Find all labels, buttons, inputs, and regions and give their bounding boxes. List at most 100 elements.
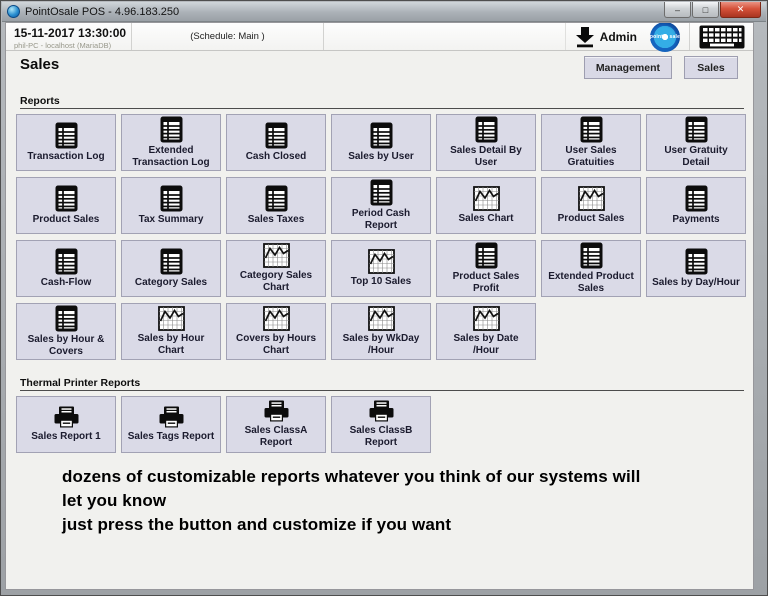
caption-line-2: let you know bbox=[62, 489, 640, 513]
logo-cell: point o sale bbox=[645, 23, 689, 50]
table-icon bbox=[370, 122, 393, 149]
report-button-sales-by-hour-covers[interactable]: Sales by Hour & Covers bbox=[16, 303, 116, 360]
report-button-sales-classa-report[interactable]: Sales ClassA Report bbox=[226, 396, 326, 453]
report-button-extended-product-sales[interactable]: Extended Product Sales bbox=[541, 240, 641, 297]
report-button-category-sales-chart[interactable]: Category Sales Chart bbox=[226, 240, 326, 297]
report-button-category-sales[interactable]: Category Sales bbox=[121, 240, 221, 297]
report-button-sales-by-day-hour[interactable]: Sales by Day/Hour bbox=[646, 240, 746, 297]
reports-section-label: Reports bbox=[20, 95, 60, 107]
report-button-cash-flow[interactable]: Cash-Flow bbox=[16, 240, 116, 297]
app-icon bbox=[7, 5, 20, 18]
table-icon bbox=[685, 185, 708, 212]
report-button-label: User Sales Gratuities bbox=[545, 145, 637, 169]
table-icon bbox=[580, 242, 603, 269]
report-button-label: Extended Transaction Log bbox=[125, 145, 217, 169]
report-button-label: Sales Detail By User bbox=[440, 145, 532, 169]
report-button-product-sales[interactable]: Product Sales bbox=[541, 177, 641, 234]
report-button-label: Product Sales bbox=[33, 214, 100, 226]
report-button-label: Sales ClassB Report bbox=[335, 425, 427, 449]
report-button-sales-by-user[interactable]: Sales by User bbox=[331, 114, 431, 171]
report-button-label: Category Sales Chart bbox=[230, 270, 322, 294]
caption-line-3: just press the button and customize if y… bbox=[62, 513, 640, 537]
printer-icon bbox=[52, 406, 81, 429]
reports-grid: Transaction Log Extended Transaction Log C… bbox=[16, 114, 746, 360]
report-button-sales-classb-report[interactable]: Sales ClassB Report bbox=[331, 396, 431, 453]
report-button-payments[interactable]: Payments bbox=[646, 177, 746, 234]
table-icon bbox=[160, 248, 183, 275]
report-button-label: Cash-Flow bbox=[41, 277, 92, 289]
datetime-text: 15-11-2017 13:30:00 bbox=[14, 26, 131, 40]
report-button-sales-chart[interactable]: Sales Chart bbox=[436, 177, 536, 234]
report-button-sales-report-1[interactable]: Sales Report 1 bbox=[16, 396, 116, 453]
keyboard-button[interactable] bbox=[689, 23, 753, 50]
window-titlebar[interactable]: PointOsale POS - 4.96.183.250 – □ ✕ bbox=[2, 2, 766, 22]
report-button-label: Category Sales bbox=[135, 277, 207, 289]
maximize-button[interactable]: □ bbox=[692, 2, 719, 18]
download-arrow-icon bbox=[574, 26, 596, 48]
caption-line-1: dozens of customizable reports whatever … bbox=[62, 465, 640, 489]
report-button-label: Product Sales Profit bbox=[440, 271, 532, 295]
report-button-label: Sales ClassA Report bbox=[230, 425, 322, 449]
report-button-label: Covers by Hours Chart bbox=[230, 333, 322, 357]
report-button-label: Period Cash Report bbox=[335, 208, 427, 232]
sales-button[interactable]: Sales bbox=[684, 56, 738, 79]
report-button-label: Extended Product Sales bbox=[545, 271, 637, 295]
chart-icon bbox=[263, 243, 290, 268]
report-button-sales-taxes[interactable]: Sales Taxes bbox=[226, 177, 326, 234]
window-title: PointOsale POS - 4.96.183.250 bbox=[25, 6, 179, 18]
table-icon bbox=[160, 185, 183, 212]
chart-icon bbox=[578, 186, 605, 211]
schedule-cell: (Schedule: Main ) bbox=[132, 23, 324, 50]
caption-text: dozens of customizable reports whatever … bbox=[62, 465, 640, 537]
chart-icon bbox=[263, 306, 290, 331]
thermal-section-rule bbox=[20, 390, 744, 391]
report-button-label: Top 10 Sales bbox=[351, 276, 411, 288]
table-icon bbox=[160, 116, 183, 143]
report-button-label: Sales by WkDay /Hour bbox=[335, 333, 427, 357]
report-button-sales-tags-report[interactable]: Sales Tags Report bbox=[121, 396, 221, 453]
admin-button[interactable]: Admin bbox=[565, 23, 645, 50]
table-icon bbox=[55, 185, 78, 212]
report-button-sales-detail-by-user[interactable]: Sales Detail By User bbox=[436, 114, 536, 171]
report-button-transaction-log[interactable]: Transaction Log bbox=[16, 114, 116, 171]
report-button-sales-by-hour-chart[interactable]: Sales by Hour Chart bbox=[121, 303, 221, 360]
app-window: PointOsale POS - 4.96.183.250 – □ ✕ 15-1… bbox=[0, 0, 768, 596]
printer-icon bbox=[262, 400, 291, 423]
report-button-label: Payments bbox=[672, 214, 719, 226]
chart-icon bbox=[368, 306, 395, 331]
report-button-label: Sales by User bbox=[348, 151, 414, 163]
report-button-period-cash-report[interactable]: Period Cash Report bbox=[331, 177, 431, 234]
report-button-label: Sales by Hour & Covers bbox=[20, 334, 112, 358]
report-button-label: Sales Chart bbox=[458, 213, 513, 225]
report-button-product-sales-profit[interactable]: Product Sales Profit bbox=[436, 240, 536, 297]
report-button-tax-summary[interactable]: Tax Summary bbox=[121, 177, 221, 234]
report-button-extended-transaction-log[interactable]: Extended Transaction Log bbox=[121, 114, 221, 171]
chart-icon bbox=[473, 306, 500, 331]
report-button-top-10-sales[interactable]: Top 10 Sales bbox=[331, 240, 431, 297]
report-button-label: Transaction Log bbox=[27, 151, 104, 163]
management-button[interactable]: Management bbox=[584, 56, 672, 79]
report-button-label: Sales by Date /Hour bbox=[440, 333, 532, 357]
report-button-sales-by-wkday-hour[interactable]: Sales by WkDay /Hour bbox=[331, 303, 431, 360]
printer-icon bbox=[157, 406, 186, 429]
report-button-label: Cash Closed bbox=[246, 151, 307, 163]
report-button-label: Sales by Day/Hour bbox=[652, 277, 740, 289]
minimize-button[interactable]: – bbox=[664, 2, 691, 18]
report-button-product-sales[interactable]: Product Sales bbox=[16, 177, 116, 234]
admin-label: Admin bbox=[600, 30, 637, 44]
table-icon bbox=[55, 248, 78, 275]
table-icon bbox=[580, 116, 603, 143]
host-text: phil-PC - localhost (MariaDB) bbox=[14, 41, 131, 50]
close-button[interactable]: ✕ bbox=[720, 2, 761, 18]
table-icon bbox=[265, 122, 288, 149]
report-button-user-sales-gratuities[interactable]: User Sales Gratuities bbox=[541, 114, 641, 171]
thermal-section-label: Thermal Printer Reports bbox=[20, 377, 140, 389]
report-button-label: Sales Report 1 bbox=[31, 431, 100, 443]
table-icon bbox=[475, 116, 498, 143]
report-button-label: Tax Summary bbox=[139, 214, 204, 226]
report-button-cash-closed[interactable]: Cash Closed bbox=[226, 114, 326, 171]
report-button-sales-by-date-hour[interactable]: Sales by Date /Hour bbox=[436, 303, 536, 360]
report-button-user-gratuity-detail[interactable]: User Gratuity Detail bbox=[646, 114, 746, 171]
report-button-covers-by-hours-chart[interactable]: Covers by Hours Chart bbox=[226, 303, 326, 360]
thermal-grid: Sales Report 1 Sales Tags Report Sales Cla… bbox=[16, 396, 746, 453]
